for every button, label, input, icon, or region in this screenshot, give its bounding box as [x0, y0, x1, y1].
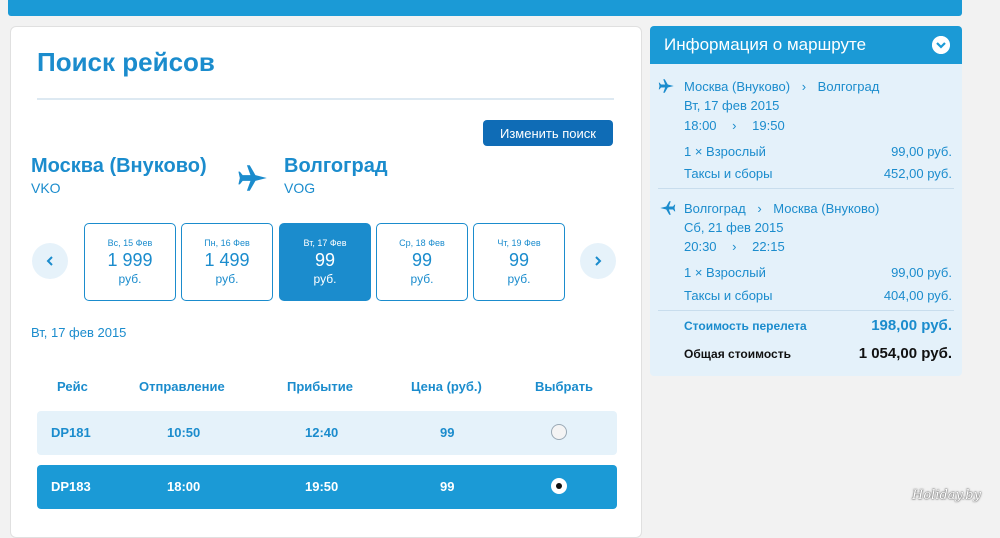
- date-card-price: 1 499: [204, 250, 250, 270]
- airplane-icon: [238, 165, 267, 191]
- chevron-right-icon: [595, 256, 602, 266]
- chevron-right-icon: ›: [732, 118, 737, 133]
- route-info-header[interactable]: Информация о маршруте: [650, 26, 962, 64]
- total-cost-value: 1 054,00 руб.: [858, 345, 952, 362]
- flight-cost-value: 198,00 руб.: [871, 317, 952, 334]
- return-route: Волгоград › Москва (Внуково): [684, 201, 879, 216]
- arrival-time: 19:50: [305, 479, 339, 494]
- departure-time: 10:50: [167, 425, 201, 440]
- prev-dates-button[interactable]: [32, 243, 68, 279]
- col-header-arrival: Прибытие: [287, 379, 353, 394]
- return-from: Волгоград: [684, 201, 746, 216]
- date-card-currency: руб.: [313, 272, 337, 286]
- table-row-selected[interactable]: DP183 18:00 19:50 99: [37, 465, 617, 509]
- date-card[interactable]: Чт, 19 Фев 99 руб.: [473, 223, 565, 301]
- return-to: Москва (Внуково): [773, 201, 880, 216]
- col-header-price: Цена (руб.): [411, 379, 482, 394]
- return-taxes-price: 404,00 руб.: [883, 288, 952, 303]
- change-search-button[interactable]: Изменить поиск: [483, 120, 613, 146]
- watermark: Holiday.by: [912, 488, 981, 503]
- date-card-currency: руб.: [507, 272, 531, 286]
- return-arrive: 22:15: [752, 239, 785, 254]
- outbound-passenger-price: 99,00 руб.: [891, 144, 952, 159]
- date-card-price: 99: [508, 250, 530, 270]
- outbound-from: Москва (Внуково): [684, 79, 791, 94]
- date-card-label: Пн, 16 Фев: [204, 238, 250, 248]
- col-header-flight: Рейс: [57, 379, 88, 394]
- outbound-to: Волгоград: [817, 79, 880, 94]
- departure-time: 18:00: [167, 479, 201, 494]
- route-info-panel: Информация о маршруте Москва (Внуково) ›…: [650, 26, 962, 376]
- return-passenger-label: 1 × Взрослый: [684, 265, 766, 280]
- chevron-left-icon: [46, 256, 53, 266]
- next-dates-button[interactable]: [580, 243, 616, 279]
- flight-search-panel: Поиск рейсов Изменить поиск Москва (Внук…: [10, 26, 642, 538]
- date-card-price: 99: [314, 250, 336, 270]
- col-header-departure: Отправление: [139, 379, 225, 394]
- flight-number: DP181: [51, 425, 91, 440]
- outbound-taxes-price: 452,00 руб.: [883, 166, 952, 181]
- date-card-currency: руб.: [215, 272, 239, 286]
- chevron-down-icon[interactable]: [932, 36, 950, 54]
- selected-date: Вт, 17 фев 2015: [31, 325, 127, 340]
- return-date: Сб, 21 фев 2015: [684, 220, 784, 235]
- date-card-price: 1 999: [107, 250, 153, 270]
- route-info-title: Информация о маршруте: [664, 35, 867, 54]
- flight-price: 99: [440, 425, 455, 440]
- outbound-depart: 18:00: [684, 118, 717, 133]
- origin-city: Москва (Внуково): [31, 155, 207, 177]
- outbound-arrive: 19:50: [752, 118, 785, 133]
- date-card-currency: руб.: [118, 272, 142, 286]
- date-card-currency: руб.: [410, 272, 434, 286]
- top-bar: [8, 0, 962, 16]
- destination-city: Волгоград: [284, 155, 388, 177]
- arrival-time: 12:40: [305, 425, 339, 440]
- flight-number: DP183: [51, 479, 91, 494]
- page-title: Поиск рейсов: [37, 47, 215, 77]
- origin-code: VKO: [31, 180, 61, 196]
- airplane-return-icon: [660, 201, 676, 215]
- outbound-times: 18:00 › 19:50: [684, 118, 785, 133]
- outbound-passenger-label: 1 × Взрослый: [684, 144, 766, 159]
- return-taxes-label: Таксы и сборы: [684, 288, 773, 303]
- date-card-label: Чт, 19 Фев: [497, 238, 541, 248]
- date-card[interactable]: Ср, 18 Фев 99 руб.: [376, 223, 468, 301]
- sidebar-divider: [658, 310, 954, 311]
- airplane-outbound-icon: [658, 79, 674, 93]
- outbound-route: Москва (Внуково) › Волгоград: [684, 79, 879, 94]
- return-times: 20:30 › 22:15: [684, 239, 785, 254]
- chevron-right-icon: ›: [757, 201, 762, 216]
- flight-select-radio-checked[interactable]: [551, 478, 567, 494]
- date-card-label: Ср, 18 Фев: [399, 238, 445, 248]
- chevron-right-icon: ›: [801, 79, 807, 94]
- date-card-price: 99: [411, 250, 433, 270]
- date-card-selected[interactable]: Вт, 17 Фев 99 руб.: [279, 223, 371, 301]
- title-divider: [37, 98, 614, 100]
- col-header-select: Выбрать: [535, 379, 594, 394]
- return-depart: 20:30: [684, 239, 717, 254]
- table-row[interactable]: DP181 10:50 12:40 99: [37, 411, 617, 455]
- outbound-taxes-label: Таксы и сборы: [684, 166, 773, 181]
- date-card[interactable]: Пн, 16 Фев 1 499 руб.: [181, 223, 273, 301]
- flight-price: 99: [440, 479, 455, 494]
- total-cost-label: Общая стоимость: [684, 347, 791, 361]
- destination-code: VOG: [284, 180, 316, 196]
- sidebar-divider: [658, 188, 954, 189]
- chevron-right-icon: ›: [732, 239, 737, 254]
- flight-select-radio[interactable]: [551, 424, 567, 440]
- return-passenger-price: 99,00 руб.: [891, 265, 952, 280]
- outbound-date: Вт, 17 фев 2015: [684, 98, 780, 113]
- date-card-label: Вс, 15 Фев: [107, 238, 153, 248]
- date-card-label: Вт, 17 Фев: [303, 238, 347, 248]
- date-card[interactable]: Вс, 15 Фев 1 999 руб.: [84, 223, 176, 301]
- flight-cost-label: Стоимость перелета: [684, 319, 807, 333]
